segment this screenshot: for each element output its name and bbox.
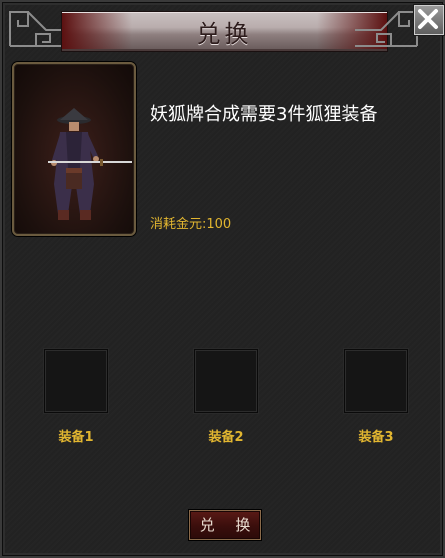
equipment-slot-1[interactable] xyxy=(44,349,108,413)
item-description: 妖狐牌合成需要3件狐狸装备 xyxy=(150,104,378,125)
slot-label-2: 装备2 xyxy=(208,430,244,445)
cost-text: 消耗金元:100 xyxy=(150,217,232,232)
swordsman-figure-icon xyxy=(48,108,132,220)
equipment-slot-2[interactable] xyxy=(194,349,258,413)
close-button[interactable] xyxy=(413,4,445,36)
slot-label-1: 装备1 xyxy=(58,430,94,445)
equipment-slot-3[interactable] xyxy=(344,349,408,413)
exchange-button[interactable]: 兑 换 xyxy=(189,510,261,540)
item-portrait xyxy=(12,62,136,236)
close-icon xyxy=(418,9,438,29)
slot-label-3: 装备3 xyxy=(358,430,394,445)
exchange-dialog: 兑换 妖狐牌合成需要3件狐狸装备 消耗金元:100 装备1 装备2 装备3 兑 … xyxy=(0,0,445,558)
title-ornament-right-icon xyxy=(355,11,418,47)
title-bar[interactable]: 兑换 xyxy=(2,2,445,54)
